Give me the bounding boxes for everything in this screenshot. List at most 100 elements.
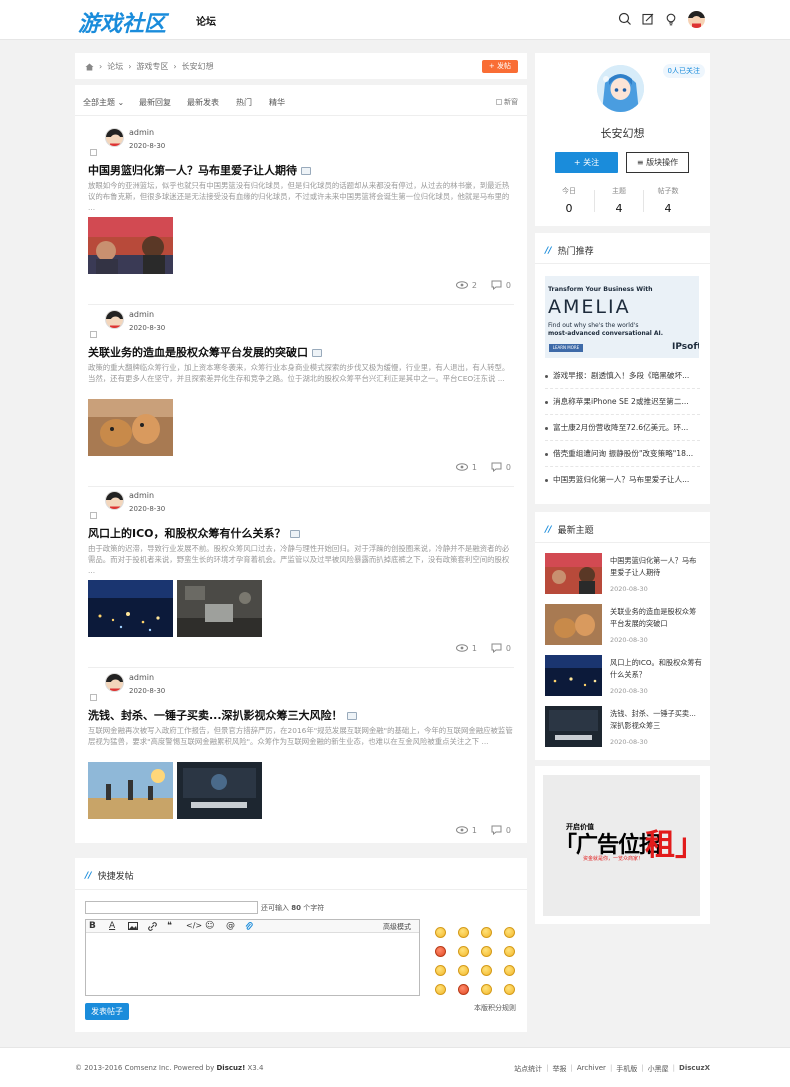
post-editor[interactable]: B A ❝ </> ☺ @ 高级模式 — [85, 919, 420, 996]
amelia-ad-banner[interactable]: Transform Your Business With AMELIA Find… — [545, 276, 699, 358]
footer-link-report[interactable]: 举报 — [553, 1064, 567, 1074]
author-avatar[interactable] — [105, 128, 124, 147]
author-name[interactable]: admin — [129, 310, 154, 319]
smiley-icon[interactable] — [504, 965, 515, 976]
thread-title[interactable]: 洗钱、封杀、一锤子买卖...深扒影视众筹三大风险！ — [88, 707, 357, 723]
author-avatar[interactable] — [105, 673, 124, 692]
home-icon[interactable] — [85, 63, 94, 71]
hot-item-title[interactable]: 借壳重组遭问询 振静股份"改变策略"18... — [553, 449, 693, 458]
submit-post-button[interactable]: 发表帖子 — [85, 1003, 129, 1020]
footer-link-stats[interactable]: 站点统计 — [514, 1064, 542, 1074]
hot-item-title[interactable]: 消息称苹果iPhone SE 2或推迟至第二... — [553, 397, 689, 406]
thread-checkbox[interactable] — [90, 331, 97, 338]
latest-item[interactable]: 关联业务的造血是股权众筹平台发展的突破口 2020-08-30 — [545, 604, 705, 647]
latest-item[interactable]: 风口上的ICO。和股权众筹有什么关系？ 2020-08-30 — [545, 655, 705, 698]
breadcrumb-item-zone[interactable]: 游戏专区 — [136, 61, 168, 72]
smiley-icon[interactable] — [435, 984, 446, 995]
tab-latest-post[interactable]: 最新发表 — [187, 97, 219, 108]
latest-item[interactable]: 洗钱、封杀、一锤子买卖...深扒影视众筹三 2020-08-30 — [545, 706, 705, 749]
hot-item[interactable]: 消息称苹果iPhone SE 2或推迟至第二... — [545, 389, 700, 415]
footer-link-archiver[interactable]: Archiver — [577, 1064, 606, 1074]
latest-item[interactable]: 中国男篮归化第一人？马布里爱子让人期待 2020-08-30 — [545, 553, 705, 596]
smiley-icon[interactable] — [481, 984, 492, 995]
credit-rules-link[interactable]: 本版积分规则 — [474, 1003, 516, 1013]
thread-thumbnail[interactable] — [88, 217, 173, 274]
thread-thumbnail[interactable] — [88, 762, 173, 819]
latest-thumbnail[interactable] — [545, 655, 602, 696]
author-name[interactable]: admin — [129, 673, 154, 682]
smiley-icon[interactable] — [435, 927, 446, 938]
smiley-icon[interactable] — [458, 927, 469, 938]
advanced-mode-link[interactable]: 高级模式 — [383, 922, 411, 932]
author-avatar[interactable] — [105, 491, 124, 510]
smiley-icon[interactable] — [504, 984, 515, 995]
attachment-icon[interactable] — [245, 922, 253, 931]
latest-thumbnail[interactable] — [545, 706, 602, 747]
latest-thumbnail[interactable] — [545, 553, 602, 594]
hot-item-title[interactable]: 中国男篮归化第一人？马布里爱子让人... — [553, 475, 689, 484]
smiley-icon[interactable] — [481, 946, 492, 957]
author-name[interactable]: admin — [129, 128, 154, 137]
breadcrumb-item-board[interactable]: 长安幻想 — [182, 61, 214, 72]
bold-icon[interactable]: B — [89, 921, 96, 931]
subject-input[interactable] — [85, 901, 258, 914]
thread-checkbox[interactable] — [90, 512, 97, 519]
search-icon[interactable] — [618, 12, 632, 26]
thread-title[interactable]: 中国男篮归化第一人？马布里爱子让人期待 — [88, 162, 311, 178]
forum-ops-button[interactable]: ≡ 版块操作 — [626, 152, 689, 173]
hot-item[interactable]: 富士康2月份营收降至72.6亿美元。环... — [545, 415, 700, 441]
footer-brand-link[interactable]: Discuz! — [217, 1064, 246, 1072]
latest-thumbnail[interactable] — [545, 604, 602, 645]
quote-icon[interactable]: ❝ — [167, 921, 172, 931]
new-window-checkbox[interactable] — [496, 99, 502, 105]
hot-item[interactable]: 游戏早报：剧透慎入！多段《暗黑破坏... — [545, 363, 700, 389]
smiley-icon[interactable]: ☺ — [205, 921, 214, 931]
bulb-icon[interactable] — [664, 12, 678, 26]
at-icon[interactable]: @ — [226, 921, 235, 931]
smiley-icon[interactable] — [481, 927, 492, 938]
thread-thumbnail[interactable] — [88, 580, 173, 637]
footer-link-blackroom[interactable]: 小黑屋 — [648, 1064, 669, 1074]
font-color-icon[interactable]: A — [109, 921, 115, 931]
image-icon[interactable] — [128, 922, 138, 930]
smiley-icon[interactable] — [458, 946, 469, 957]
latest-item-title[interactable]: 风口上的ICO。和股权众筹有什么关系？ — [610, 657, 702, 681]
thread-title-text[interactable]: 风口上的ICO，和股权众筹有什么关系？ — [88, 527, 286, 540]
ad-learn-more-button[interactable]: LEARN MORE — [549, 344, 583, 352]
breadcrumb-item-forum[interactable]: 论坛 — [107, 61, 123, 72]
edit-icon[interactable] — [641, 12, 655, 26]
code-icon[interactable]: </> — [186, 921, 202, 930]
ad-rent-banner[interactable]: 开启价值 「广告位招 租」 资金就是你，一览众商家！ — [543, 775, 700, 916]
thread-thumbnail[interactable] — [88, 399, 173, 456]
smiley-icon[interactable] — [481, 965, 492, 976]
latest-item-title[interactable]: 关联业务的造血是股权众筹平台发展的突破口 — [610, 606, 702, 630]
follow-button[interactable]: + 关注 — [555, 152, 618, 173]
tab-digest[interactable]: 精华 — [269, 97, 285, 108]
author-avatar[interactable] — [105, 310, 124, 329]
new-post-button[interactable]: + 发帖 — [481, 60, 518, 73]
latest-item-title[interactable]: 中国男篮归化第一人？马布里爱子让人期待 — [610, 555, 702, 579]
site-logo[interactable]: 游戏社区 — [78, 6, 166, 38]
tab-all-threads[interactable]: 全部主题 ⌄ — [83, 97, 124, 108]
thread-thumbnail[interactable] — [177, 762, 262, 819]
thread-title-text[interactable]: 关联业务的造血是股权众筹平台发展的突破口 — [88, 346, 308, 359]
new-window-toggle[interactable]: 新窗 — [496, 97, 518, 107]
smiley-icon[interactable] — [435, 965, 446, 976]
tab-latest-reply[interactable]: 最新回复 — [139, 97, 171, 108]
footer-link-mobile[interactable]: 手机版 — [616, 1064, 637, 1074]
latest-item-title[interactable]: 洗钱、封杀、一锤子买卖...深扒影视众筹三 — [610, 708, 702, 732]
hot-item[interactable]: 中国男篮归化第一人？马布里爱子让人... — [545, 467, 700, 493]
thread-title[interactable]: 风口上的ICO，和股权众筹有什么关系？ — [88, 525, 300, 541]
thread-title-text[interactable]: 洗钱、封杀、一锤子买卖...深扒影视众筹三大风险！ — [88, 709, 343, 722]
hot-item-title[interactable]: 富士康2月份营收降至72.6亿美元。环... — [553, 423, 688, 432]
smiley-icon[interactable] — [504, 927, 515, 938]
user-avatar[interactable] — [688, 11, 705, 28]
thread-checkbox[interactable] — [90, 694, 97, 701]
smiley-icon[interactable] — [458, 965, 469, 976]
link-icon[interactable] — [148, 922, 157, 931]
thread-thumbnail[interactable] — [177, 580, 262, 637]
smiley-icon[interactable] — [458, 984, 469, 995]
hot-item[interactable]: 借壳重组遭问询 振静股份"改变策略"18... — [545, 441, 700, 467]
thread-checkbox[interactable] — [90, 149, 97, 156]
smiley-icon[interactable] — [504, 946, 515, 957]
